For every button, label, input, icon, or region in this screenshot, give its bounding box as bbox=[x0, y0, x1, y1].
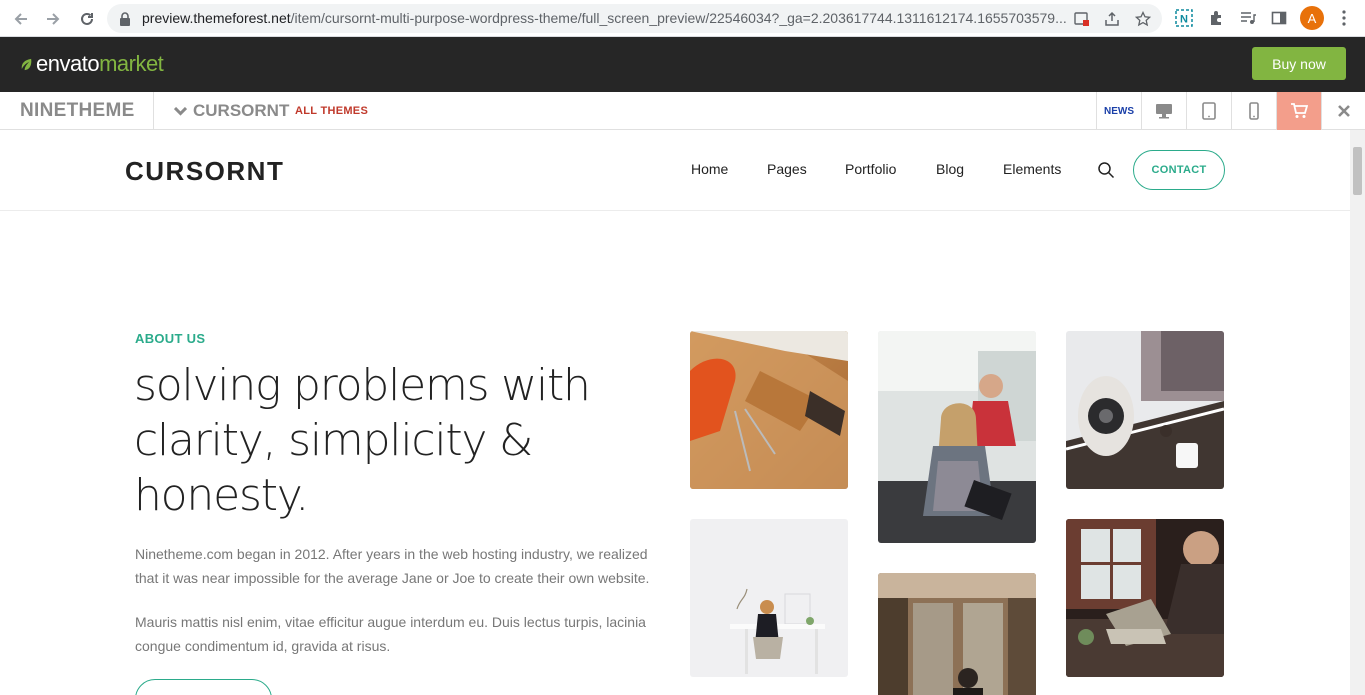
menu-pages[interactable]: Pages bbox=[767, 161, 807, 177]
arrow-left-icon bbox=[14, 13, 27, 25]
browser-toolbar: preview.themeforest.net/item/cursornt-mu… bbox=[0, 0, 1365, 37]
meeting-image bbox=[878, 331, 1036, 543]
site-header: CURSORNT Home Pages Portfolio Blog Eleme… bbox=[0, 130, 1350, 211]
news-link[interactable]: NEWS bbox=[1096, 92, 1141, 130]
url-path: /item/cursornt-multi-purpose-wordpress-t… bbox=[290, 10, 1067, 26]
tablet-view-button[interactable] bbox=[1186, 92, 1231, 130]
buy-now-button[interactable]: Buy now bbox=[1252, 47, 1346, 80]
photo-workspace[interactable] bbox=[690, 519, 848, 677]
media-queue-icon[interactable] bbox=[1237, 7, 1259, 29]
chevron-down-icon bbox=[174, 106, 187, 116]
photo-laptop[interactable] bbox=[1066, 519, 1224, 677]
profile-avatar[interactable]: A bbox=[1300, 6, 1324, 30]
close-preview-button[interactable] bbox=[1321, 92, 1365, 130]
headline-line: honesty. bbox=[134, 470, 309, 521]
theme-name: CURSORNT bbox=[193, 101, 290, 120]
headline-line: clarity, simplicity & bbox=[134, 415, 533, 466]
mobile-icon bbox=[1249, 102, 1259, 120]
photo-speaker[interactable] bbox=[1066, 331, 1224, 489]
more-menu-icon[interactable] bbox=[1333, 7, 1355, 29]
workspace-image bbox=[690, 519, 848, 677]
side-panel-icon[interactable] bbox=[1268, 7, 1290, 29]
logo-envato-text: envato bbox=[36, 51, 100, 76]
arrow-right-icon bbox=[47, 13, 60, 25]
puzzle-icon[interactable] bbox=[1205, 7, 1227, 29]
url-host: preview.themeforest.net bbox=[142, 10, 291, 26]
menu-elements[interactable]: Elements bbox=[1003, 161, 1061, 177]
scrollbar-thumb[interactable] bbox=[1353, 147, 1362, 195]
theme-dropdown[interactable]: CURSORNT bbox=[174, 101, 289, 121]
desktop-view-button[interactable] bbox=[1141, 92, 1186, 130]
cart-button[interactable] bbox=[1276, 92, 1321, 130]
svg-text:N: N bbox=[1180, 14, 1188, 26]
headline-line: solving problems with bbox=[134, 360, 591, 411]
forward-button[interactable] bbox=[41, 7, 65, 31]
news-label: NEWS bbox=[1104, 105, 1134, 117]
menu-portfolio[interactable]: Portfolio bbox=[845, 161, 896, 177]
url-text[interactable]: preview.themeforest.net/item/cursornt-mu… bbox=[142, 10, 1072, 26]
read-more-button[interactable] bbox=[135, 679, 272, 695]
site-logo[interactable]: CURSORNT bbox=[125, 156, 284, 187]
paragraph: Mauris mattis nisl enim, vitae efficitur… bbox=[135, 614, 646, 654]
all-themes-link[interactable]: ALL THEMES bbox=[295, 105, 368, 117]
lock-icon[interactable] bbox=[115, 9, 135, 29]
extension-n-icon[interactable]: N bbox=[1173, 7, 1195, 29]
paragraph: Ninetheme.com began in 2012. After years… bbox=[135, 546, 650, 586]
envato-logo[interactable]: envato market bbox=[20, 51, 164, 77]
reload-icon bbox=[81, 12, 93, 25]
logo-market-text: market bbox=[99, 51, 164, 76]
author-brand[interactable]: NINETHEME bbox=[20, 100, 135, 122]
photo-desk[interactable] bbox=[690, 331, 848, 489]
divider bbox=[153, 92, 154, 130]
laptop-image bbox=[1066, 519, 1224, 677]
back-button[interactable] bbox=[9, 7, 33, 31]
close-icon bbox=[1337, 105, 1350, 117]
mobile-view-button[interactable] bbox=[1231, 92, 1276, 130]
search-icon[interactable] bbox=[1097, 161, 1115, 179]
share-icon[interactable] bbox=[1102, 9, 1122, 29]
menu-home[interactable]: Home bbox=[691, 161, 728, 177]
desk-image bbox=[690, 331, 848, 489]
leaf-icon bbox=[21, 58, 32, 70]
star-icon[interactable] bbox=[1133, 9, 1153, 29]
tablet-icon bbox=[1202, 102, 1216, 120]
cart-icon bbox=[1291, 103, 1308, 118]
contact-button[interactable]: CONTACT bbox=[1133, 150, 1225, 190]
photo-lobby[interactable] bbox=[878, 573, 1036, 695]
photo-meeting[interactable] bbox=[878, 331, 1036, 543]
lobby-image bbox=[878, 573, 1036, 695]
menu-blog[interactable]: Blog bbox=[936, 161, 964, 177]
desktop-icon bbox=[1156, 104, 1172, 119]
headline: solving problems with clarity, simplicit… bbox=[134, 358, 654, 523]
section-label: ABOUT US bbox=[135, 331, 206, 346]
address-bar[interactable]: preview.themeforest.net/item/cursornt-mu… bbox=[107, 4, 1162, 33]
page-scrollbar[interactable] bbox=[1350, 130, 1365, 695]
site-preview: CURSORNT Home Pages Portfolio Blog Eleme… bbox=[0, 130, 1350, 695]
translate-icon[interactable] bbox=[1072, 9, 1092, 29]
reload-button[interactable] bbox=[75, 7, 99, 31]
envato-header: envato market Buy now bbox=[0, 37, 1365, 92]
speaker-image bbox=[1066, 331, 1224, 489]
theme-preview-bar: NINETHEME CURSORNT ALL THEMES NEWS bbox=[0, 92, 1365, 130]
